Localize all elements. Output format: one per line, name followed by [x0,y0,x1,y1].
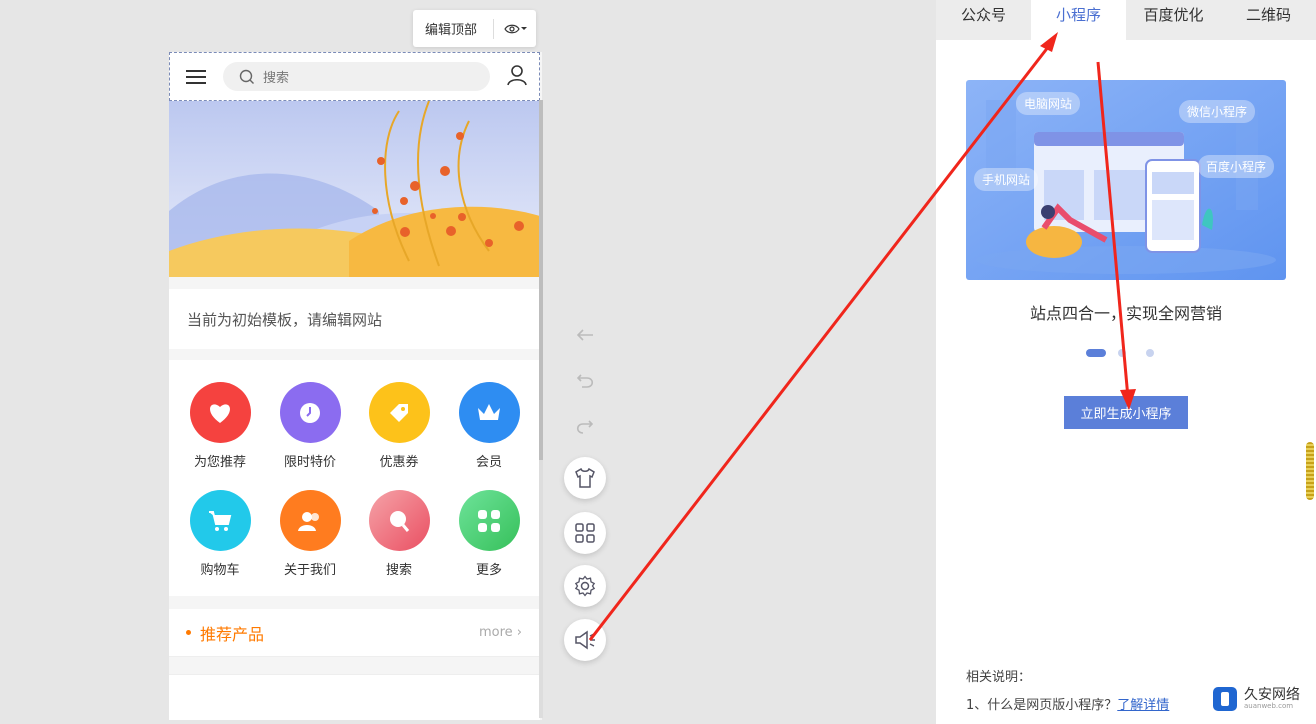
right-scrollbar-thumb[interactable] [1306,442,1314,500]
recommend-title: 推荐产品 [200,624,265,644]
watermark-name: 久安网络 [1244,687,1300,703]
phone-header[interactable]: 搜索 [169,52,540,101]
carousel-dot-active[interactable] [1086,349,1106,357]
slogan-text: 站点四合一，实现全网营销 [1029,304,1222,323]
preview-toggle[interactable] [504,23,528,35]
grid-item-recommend[interactable]: 为您推荐 [175,382,265,470]
product-list-area [169,674,540,720]
grid-item-member[interactable]: 会员 [444,382,534,470]
tab-bar: 公众号 小程序 百度优化 二维码 [936,0,1316,40]
user-icon[interactable] [506,64,528,90]
settings-button[interactable] [564,565,606,607]
chevron-down-icon [521,26,527,30]
redo-icon[interactable] [576,418,594,439]
grid-label: 会员 [475,455,502,470]
learn-more-link[interactable]: 了解详情 [1117,698,1169,713]
theme-button[interactable] [564,457,606,499]
promotion-button[interactable] [564,619,606,661]
right-panel: 公众号 小程序 百度优化 二维码 电脑网站 微信小程序 手机网站 百度小程序 站… [936,0,1316,724]
note-item: 1、什么是网页版小程序？了解详情 [966,692,1169,720]
label-wechat: 微信小程序 [1179,100,1256,123]
tab-baidu-seo[interactable]: 百度优化 [1126,0,1221,40]
tag-icon [368,382,430,443]
divider [493,18,494,39]
carousel-dots[interactable] [1086,349,1174,357]
search-icon [239,69,254,84]
menu-icon[interactable] [186,66,206,88]
people-icon [279,490,341,551]
grid-icon [575,523,595,543]
generate-mini-program-button[interactable]: 立即生成小程序 [1064,396,1188,429]
brand-logo-icon [1213,687,1237,711]
grid-label: 关于我们 [283,563,336,578]
tab-mini-program[interactable]: 小程序 [1031,0,1126,40]
cart-icon [189,490,251,551]
bullet-dot [186,630,191,635]
crown-icon [458,382,520,443]
more-label: more [478,625,513,640]
megaphone-icon [575,630,595,650]
phone-scrollbar-thumb[interactable] [539,100,543,460]
grid-item-flash-sale[interactable]: 限时特价 [265,382,355,470]
grid-label: 购物车 [200,563,240,578]
label-baidu: 百度小程序 [1198,155,1275,178]
grid-item-coupon[interactable]: 优惠券 [354,382,444,470]
grid-label: 更多 [475,563,502,578]
back-arrow-icon[interactable] [576,326,594,347]
gear-icon [574,575,596,597]
note-text: 1、什么是网页版小程序？ [966,698,1118,713]
heart-icon [189,382,251,443]
clock-icon [279,382,341,443]
watermark-logo: 久安网络 auanweb.com [1212,686,1300,712]
search-icon [368,490,430,551]
grid-item-cart[interactable]: 购物车 [175,490,265,578]
undo-icon[interactable] [576,372,594,393]
carousel-dot[interactable] [1118,349,1126,357]
grid-label: 搜索 [385,563,412,578]
watermark-domain: auanweb.com [1244,702,1294,710]
search-placeholder: 搜索 [263,71,290,86]
edit-top-bar: 编辑顶部 [413,10,536,47]
carousel-dot[interactable] [1146,349,1154,357]
modules-button[interactable] [564,512,606,554]
grid-item-search[interactable]: 搜索 [354,490,444,578]
notes-section: 相关说明： 1、什么是网页版小程序？了解详情 [966,664,1169,720]
tab-official-account[interactable]: 公众号 [936,0,1031,40]
edit-top-button[interactable]: 编辑顶部 [413,19,493,38]
grid-item-more[interactable]: 更多 [444,490,534,578]
label-pc: 电脑网站 [1016,92,1081,115]
banner-image [169,101,540,277]
chevron-right-icon: › [516,625,522,640]
notes-title: 相关说明： [966,670,1032,685]
grid-label: 优惠券 [379,455,419,470]
recommend-header: 推荐产品 more › [169,609,540,657]
label-mobile: 手机网站 [974,168,1039,191]
tab-qrcode[interactable]: 二维码 [1221,0,1316,40]
notice-text: 当前为初始模板，请编辑网站 [169,289,540,349]
search-input[interactable]: 搜索 [223,62,490,91]
grid-icon [458,490,520,551]
eye-icon [504,24,520,33]
shirt-icon [575,468,595,488]
phone-preview: 搜索 当前为初始模板，请编辑网站 为您推荐 限时特价 优惠券 会员 购物车 关于… [169,52,542,720]
more-link[interactable]: more › [479,625,522,640]
grid-label: 为您推荐 [193,455,246,470]
grid-item-about[interactable]: 关于我们 [265,490,355,578]
nav-grid: 为您推荐 限时特价 优惠券 会员 购物车 关于我们 搜索 更多 [169,360,540,596]
grid-label: 限时特价 [283,455,336,470]
